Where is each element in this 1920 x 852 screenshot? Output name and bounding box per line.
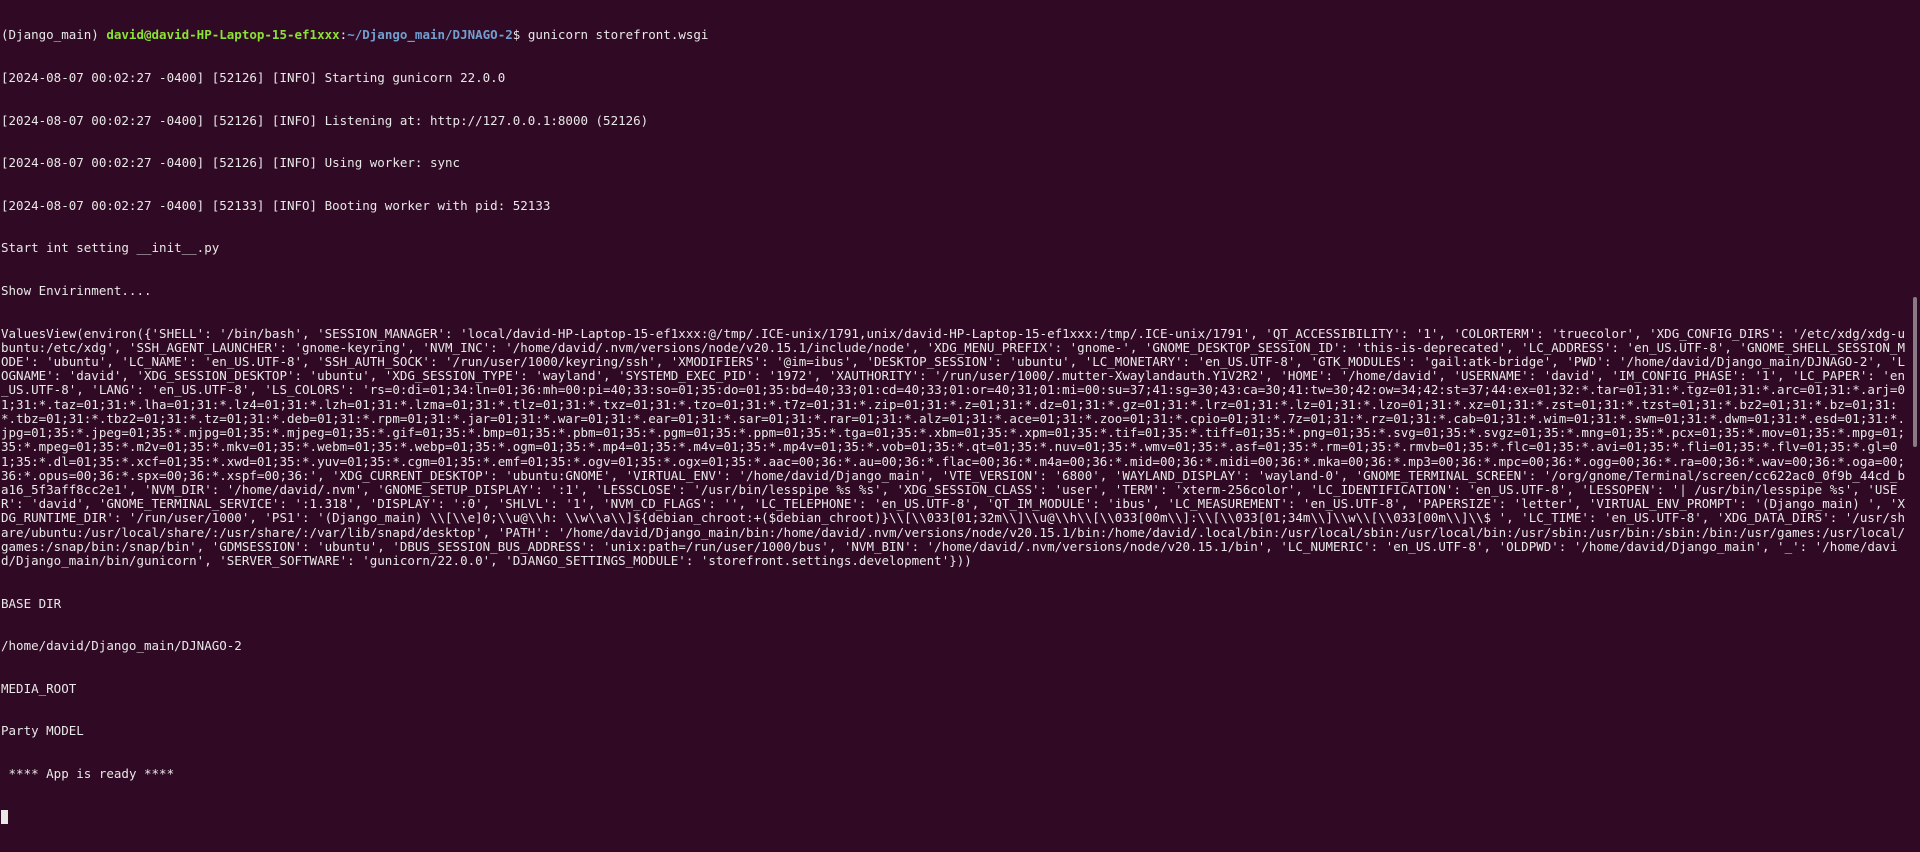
user-host: david@david-HP-Laptop-15-ef1xxx [106,27,340,43]
current-path: ~/Django_main/DJNAGO-2 [347,27,513,43]
output-line: Show Envirinment.... [1,283,152,299]
output-line: MEDIA_ROOT [1,680,77,696]
cursor-line [1,809,1905,824]
environment-dump: ValuesView(environ({'SHELL': '/bin/bash'… [1,325,1905,568]
log-line: [2024-08-07 00:02:27 -0400] [52133] [INF… [1,197,551,213]
log-line: [2024-08-07 00:02:27 -0400] [52126] [INF… [1,155,461,171]
app-ready-line: **** App is ready **** [1,765,175,781]
output-line: Party MODEL [1,723,84,739]
virtualenv-name: (Django_main) [1,27,107,43]
prompt-line: (Django_main) david@david-HP-Laptop-15-e… [1,28,1905,42]
log-line: [2024-08-07 00:02:27 -0400] [52126] [INF… [1,112,649,128]
text-cursor [1,809,8,824]
command-text: gunicorn storefront.wsgi [527,27,709,43]
log-line: [2024-08-07 00:02:27 -0400] [52126] [INF… [1,70,506,86]
output-line: BASE DIR [1,595,62,611]
terminal-window[interactable]: (Django_main) david@david-HP-Laptop-15-e… [0,0,1920,824]
scrollbar-thumb[interactable] [1913,297,1917,447]
output-line: /home/david/Django_main/DJNAGO-2 [1,638,242,654]
terminal-output: (Django_main) david@david-HP-Laptop-15-e… [1,0,1905,852]
output-line: Start int setting __init__.py [1,240,220,256]
vertical-scrollbar[interactable] [1906,0,1920,449]
prompt-symbol: $ [512,27,528,43]
